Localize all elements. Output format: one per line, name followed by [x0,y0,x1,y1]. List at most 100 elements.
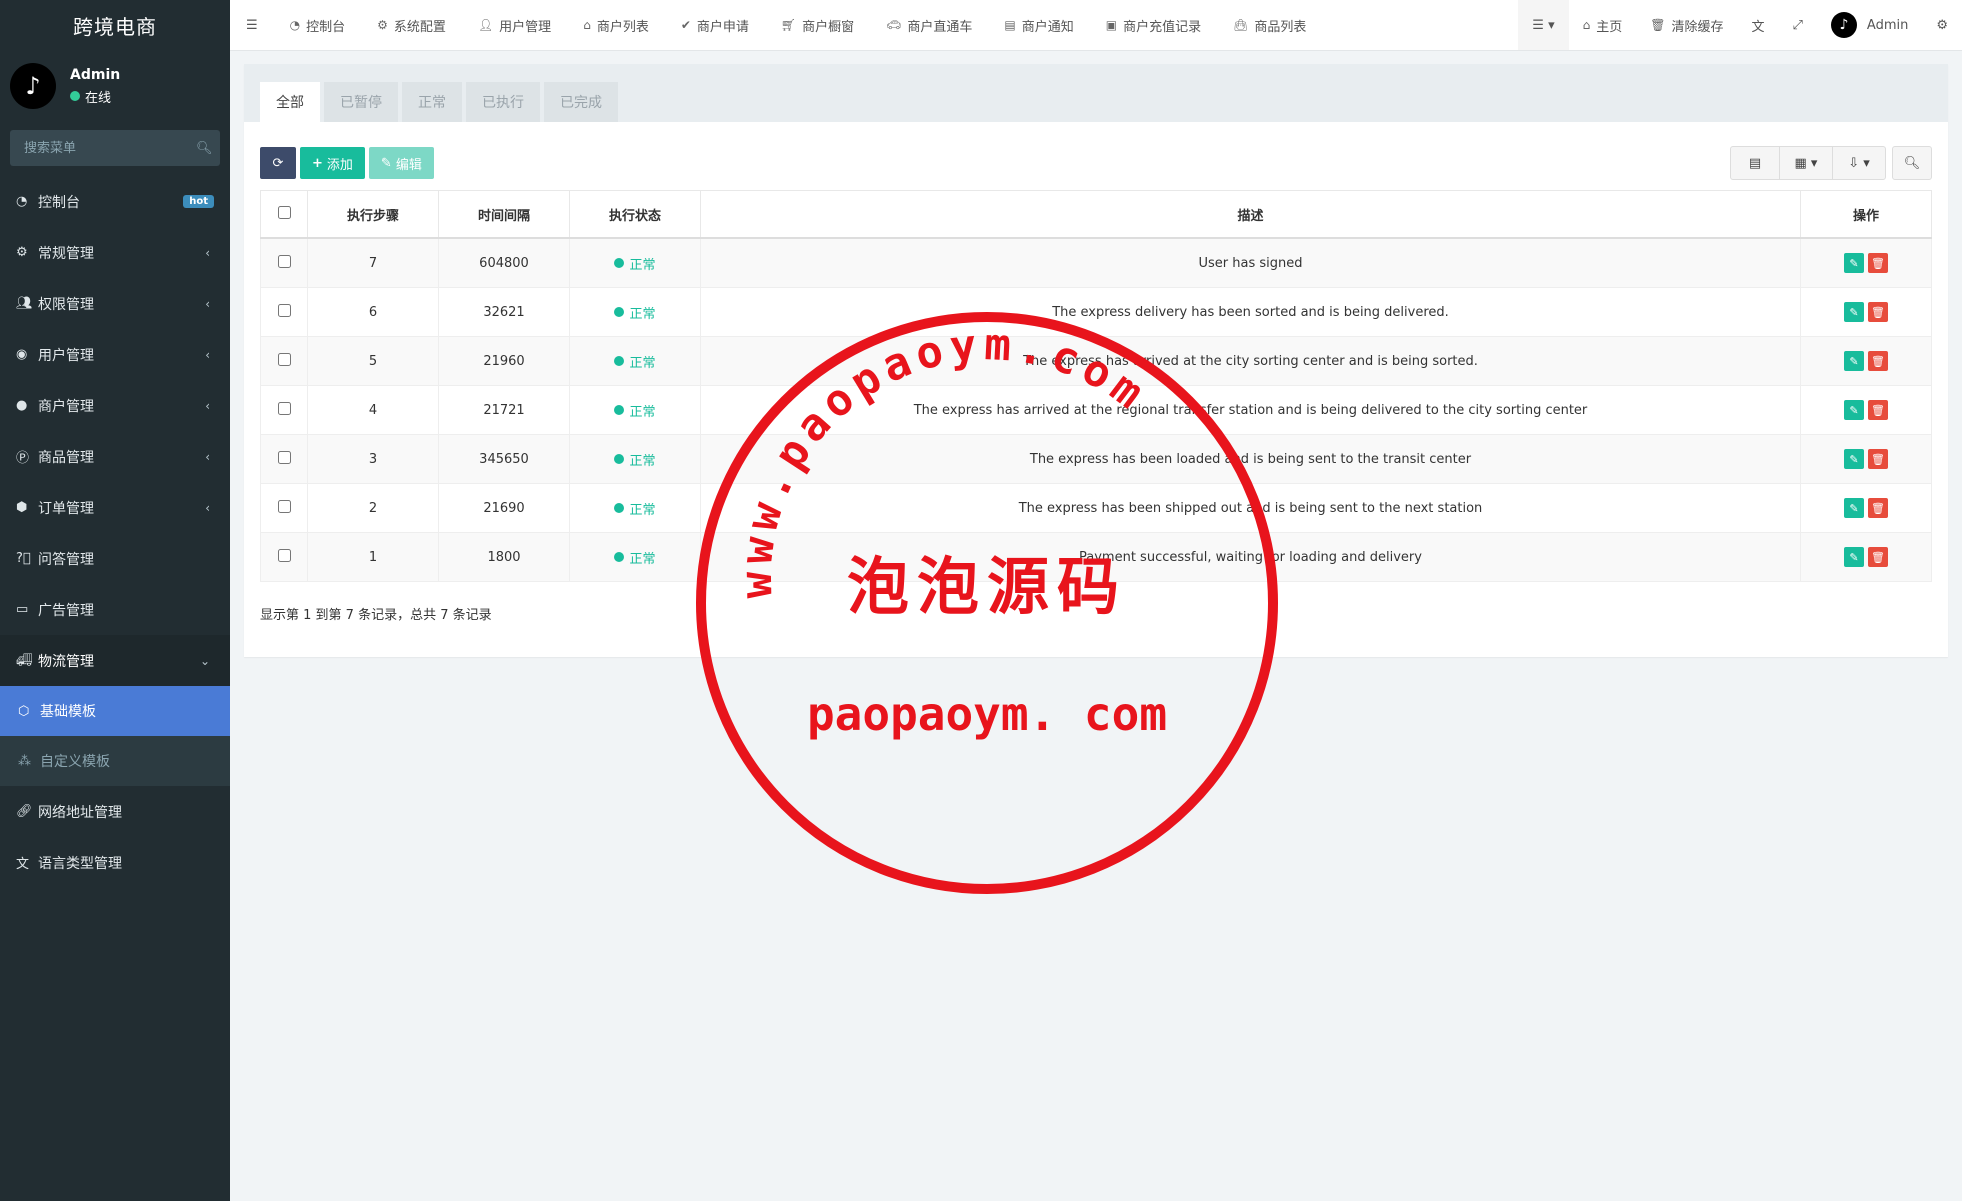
clear-cache-button[interactable]: 🗑︎ 清除缓存 [1636,0,1737,50]
row-edit-button[interactable]: ✎ [1844,449,1864,469]
export-button[interactable]: ⇩ ▾ [1833,147,1885,179]
select-all-checkbox[interactable] [277,205,291,219]
table-view-controls: ▤ ▦ ▾ ⇩ ▾ [1730,146,1886,180]
sidebar-item-merchants[interactable]: ● 商户管理 ‹ [0,380,230,431]
topnav-system-config[interactable]: ⚙ 系统配置 [361,0,462,50]
tab-executed[interactable]: 已执行 [466,82,540,122]
table-row[interactable]: 6 32621 正常 The express delivery has been so… [260,287,1932,337]
sidebar-item-users[interactable]: ◉ 用户管理 ‹ [0,329,230,380]
table-row[interactable]: 2 21690 正常 The express has been shipped out… [260,483,1932,533]
toggle-view-button[interactable]: ▤ [1731,147,1780,179]
row-edit-button[interactable]: ✎ [1844,498,1864,518]
tab-paused[interactable]: 已暂停 [324,82,398,122]
add-button[interactable]: + 添加 [300,147,365,179]
row-delete-button[interactable]: 🗑︎ [1868,351,1888,371]
row-checkbox[interactable] [277,450,291,464]
sidebar-toggle-button[interactable]: ☰ [230,0,274,50]
status-badge[interactable]: 正常 [614,548,656,567]
home-link[interactable]: ⌂ 主页 [1569,0,1637,50]
topnav-merchant-apply[interactable]: ✔ 商户申请 [665,0,765,50]
refresh-button[interactable]: ⟳ [260,147,296,179]
app-logo[interactable]: 跨境电商 [0,0,230,50]
columns-button[interactable]: ▦ ▾ [1780,147,1833,179]
sidebar-item-qa[interactable]: ?⃝ 问答管理 [0,533,230,584]
table-row[interactable]: 4 21721 正常 The express has arrived at the r… [260,385,1932,435]
check-circle-icon: ✔ [680,18,691,32]
row-delete-button[interactable]: 🗑︎ [1868,449,1888,469]
bars-icon: ☰ [246,17,258,33]
settings-button[interactable]: ⚙ [1922,0,1962,50]
topnav-merchant-notice[interactable]: ▤ 商户通知 [988,0,1089,50]
tab-normal[interactable]: 正常 [402,82,462,122]
table-row[interactable]: 1 1800 正常 Payment successful, waiting for l… [260,532,1932,582]
table-row[interactable]: 5 21960 正常 The express has arrived at the c… [260,336,1932,386]
search-toggle-button[interactable]: 🔍︎ [1892,146,1932,180]
cell-status: 正常 [569,483,701,533]
sidebar-item-language-type[interactable]: 文语言类型管理 [0,837,230,888]
status-badge[interactable]: 正常 [614,450,656,469]
sidebar-item-orders[interactable]: ⬢ 订单管理 ‹ [0,482,230,533]
status-badge[interactable]: 正常 [614,352,656,371]
topnav-product-list[interactable]: 👜︎ 商品列表 [1217,0,1322,50]
row-delete-button[interactable]: 🗑︎ [1868,498,1888,518]
row-checkbox[interactable] [277,303,291,317]
sidebar-item-custom-template[interactable]: ⁂ 自定义模板 [0,736,230,786]
user-name: Admin [70,66,121,83]
row-edit-button[interactable]: ✎ [1844,253,1864,273]
row-checkbox[interactable] [277,401,291,415]
admin-menu[interactable]: ♪ Admin [1817,0,1922,50]
topnav-merchant-express[interactable]: 🚗︎ 商户直通车 [870,0,988,50]
cell-description: The express has been shipped out and is … [700,483,1801,533]
topnav-merchant-window[interactable]: 🛒︎ 商户橱窗 [765,0,870,50]
header-description[interactable]: 描述 [700,190,1801,239]
header-interval[interactable]: 时间间隔 [438,190,570,239]
sidebar-item-dashboard[interactable]: ◔ 控制台 hot [0,176,230,227]
row-delete-button[interactable]: 🗑︎ [1868,400,1888,420]
multiplenav-toggle-button[interactable]: ☰ ▾ [1518,0,1569,50]
dashboard-icon: ◔ [16,194,28,209]
row-checkbox[interactable] [277,548,291,562]
sidebar-item-ads[interactable]: ▭ 广告管理 [0,584,230,635]
row-edit-button[interactable]: ✎ [1844,302,1864,322]
trash-icon: 🗑︎ [1871,354,1885,368]
row-checkbox[interactable] [277,352,291,366]
sidebar-item-network-address[interactable]: 🔗︎ 网络地址管理 [0,786,230,837]
topnav-dashboard[interactable]: ◔ 控制台 [274,0,362,50]
sidebar-item-logistics[interactable]: 🚚︎ 物流管理 ⌄ [0,635,230,686]
sidebar-item-general[interactable]: ⚙ 常规管理 ‹ [0,227,230,278]
row-select-cell [260,483,308,533]
header-status[interactable]: 执行状态 [569,190,701,239]
row-edit-button[interactable]: ✎ [1844,351,1864,371]
fullscreen-button[interactable]: ⤢ [1779,0,1817,50]
hot-badge: hot [183,195,214,208]
sidebar-item-products[interactable]: Ⓟ 商品管理 ‹ [0,431,230,482]
status-badge[interactable]: 正常 [614,303,656,322]
tab-completed[interactable]: 已完成 [544,82,618,122]
cell-actions: ✎ 🗑︎ [1800,483,1932,533]
row-checkbox[interactable] [277,499,291,513]
header-step[interactable]: 执行步骤 [307,190,439,239]
sidebar-item-basic-template[interactable]: ⬡ 基础模板 [0,686,230,736]
table-row[interactable]: 3 345650 正常 The express has been loaded and… [260,434,1932,484]
apple-icon: ● [16,398,28,413]
row-edit-button[interactable]: ✎ [1844,547,1864,567]
topnav-merchant-list[interactable]: ⌂ 商户列表 [567,0,665,50]
menu-search-input[interactable] [22,139,196,157]
row-checkbox[interactable] [277,254,291,268]
status-badge[interactable]: 正常 [614,499,656,518]
table-row[interactable]: 7 604800 正常 User has signed ✎ 🗑︎ [260,237,1932,288]
status-badge[interactable]: 正常 [614,254,656,273]
row-delete-button[interactable]: 🗑︎ [1868,547,1888,567]
topnav-user-management[interactable]: 👤︎ 用户管理 [462,0,567,50]
row-delete-button[interactable]: 🗑︎ [1868,302,1888,322]
row-delete-button[interactable]: 🗑︎ [1868,253,1888,273]
tab-all[interactable]: 全部 [260,82,320,122]
language-switch-button[interactable]: 文 [1737,0,1778,50]
topnav-recharge-records[interactable]: ▣ 商户充值记录 [1090,0,1217,50]
sidebar-item-permission[interactable]: 👥︎ 权限管理 ‹ [0,278,230,329]
row-edit-button[interactable]: ✎ [1844,400,1864,420]
credit-card-icon: ▭ [16,602,29,617]
status-badge[interactable]: 正常 [614,401,656,420]
search-icon[interactable]: 🔍︎ [196,141,213,156]
edit-button[interactable]: ✎ 编辑 [368,147,434,179]
